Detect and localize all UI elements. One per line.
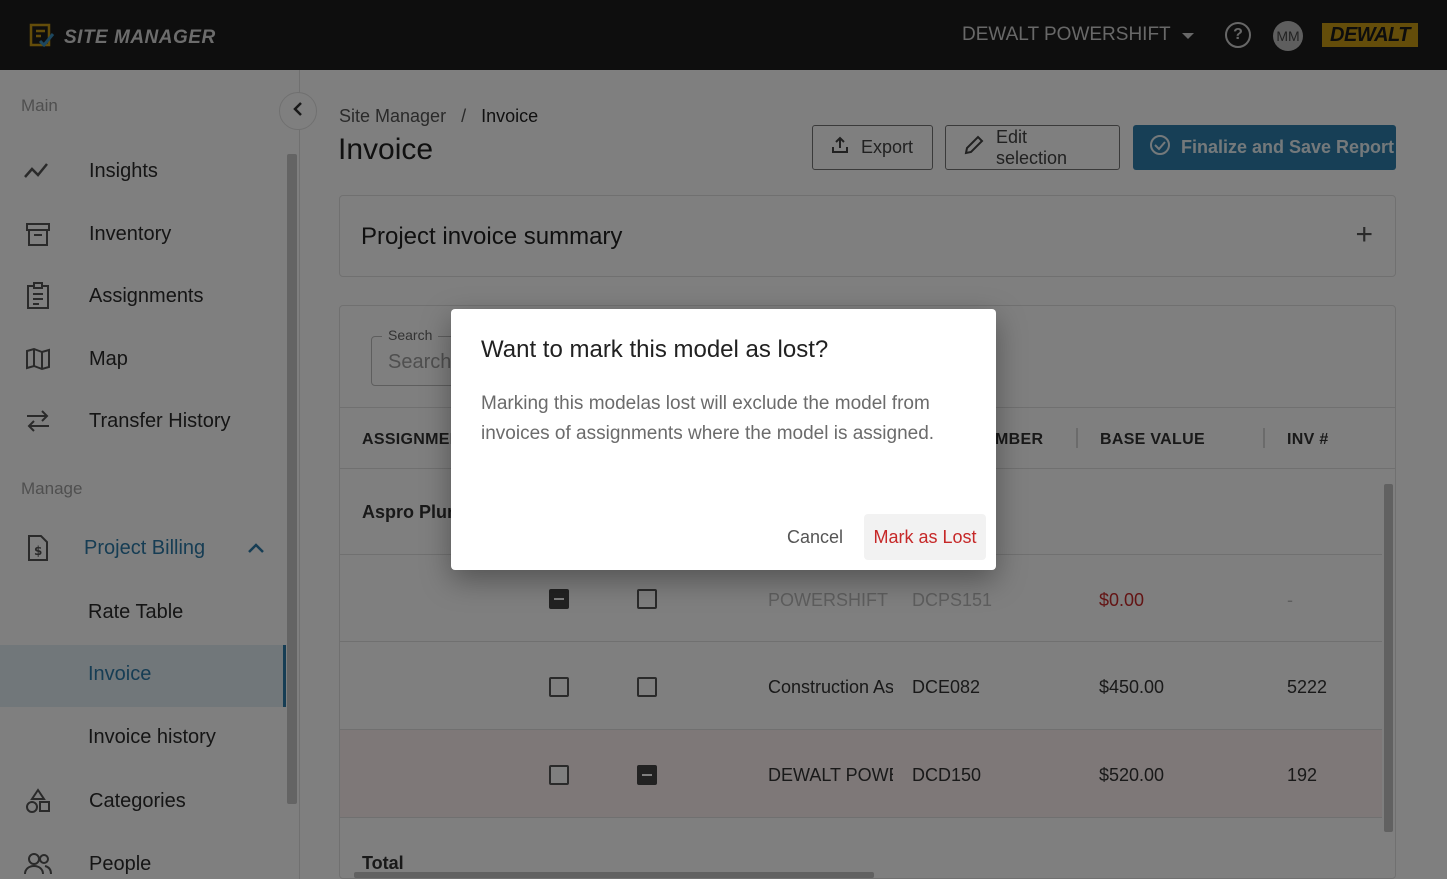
mark-as-lost-button[interactable]: Mark as Lost [864, 514, 986, 560]
mark-lost-dialog: Want to mark this model as lost? Marking… [451, 309, 996, 570]
cancel-button[interactable]: Cancel [775, 514, 855, 560]
dialog-message: Marking this modelas lost will exclude t… [481, 393, 935, 444]
dialog-title: Want to mark this model as lost? [481, 336, 829, 363]
